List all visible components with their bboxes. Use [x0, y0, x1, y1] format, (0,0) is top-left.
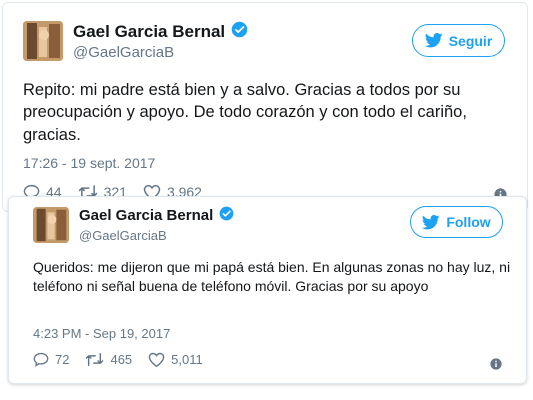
- reply-button[interactable]: 72: [33, 352, 69, 367]
- user-handle[interactable]: @GaelGarciaB: [79, 228, 167, 243]
- reply-count: 72: [55, 352, 70, 367]
- twitter-bird-icon: [422, 214, 441, 229]
- tweet-timestamp[interactable]: 4:23 PM - Sep 19, 2017: [33, 326, 170, 341]
- display-name[interactable]: Gael Garcia Bernal: [73, 21, 248, 43]
- retweet-button[interactable]: 465: [85, 352, 132, 367]
- verified-badge-icon: [231, 21, 248, 43]
- tweet-card: Gael Garcia Bernal @GaelGarciaB Seguir R…: [2, 2, 528, 212]
- display-name-text: Gael Garcia Bernal: [79, 207, 214, 224]
- follow-button[interactable]: Seguir: [412, 24, 505, 57]
- follow-button-label: Follow: [446, 214, 491, 230]
- display-name[interactable]: Gael Garcia Bernal: [79, 206, 234, 225]
- display-name-text: Gael Garcia Bernal: [73, 22, 226, 41]
- follow-button[interactable]: Follow: [410, 206, 503, 238]
- follow-button-label: Seguir: [448, 32, 493, 49]
- avatar[interactable]: [33, 207, 69, 243]
- retweet-count: 465: [110, 352, 133, 367]
- twitter-bird-icon: [424, 33, 443, 48]
- avatar[interactable]: [23, 21, 63, 61]
- retweet-icon: [86, 352, 104, 367]
- like-button[interactable]: 5,011: [148, 352, 203, 367]
- reply-icon: [33, 352, 49, 367]
- info-icon[interactable]: [490, 357, 502, 375]
- like-count: 5,011: [171, 352, 203, 367]
- tweet-actions: 72 465 5,011: [33, 352, 219, 367]
- verified-badge-icon: [219, 206, 234, 225]
- tweet-text: Repito: mi padre está bien y a salvo. Gr…: [23, 81, 467, 144]
- heart-icon: [148, 352, 165, 367]
- tweet-timestamp[interactable]: 17:26 - 19 sept. 2017: [23, 155, 155, 171]
- user-handle[interactable]: @GaelGarciaB: [73, 44, 174, 61]
- tweet-text: Queridos: me dijeron que mi papá está bi…: [33, 259, 511, 294]
- tweet-card: Gael Garcia Bernal @GaelGarciaB Follow Q…: [8, 196, 527, 384]
